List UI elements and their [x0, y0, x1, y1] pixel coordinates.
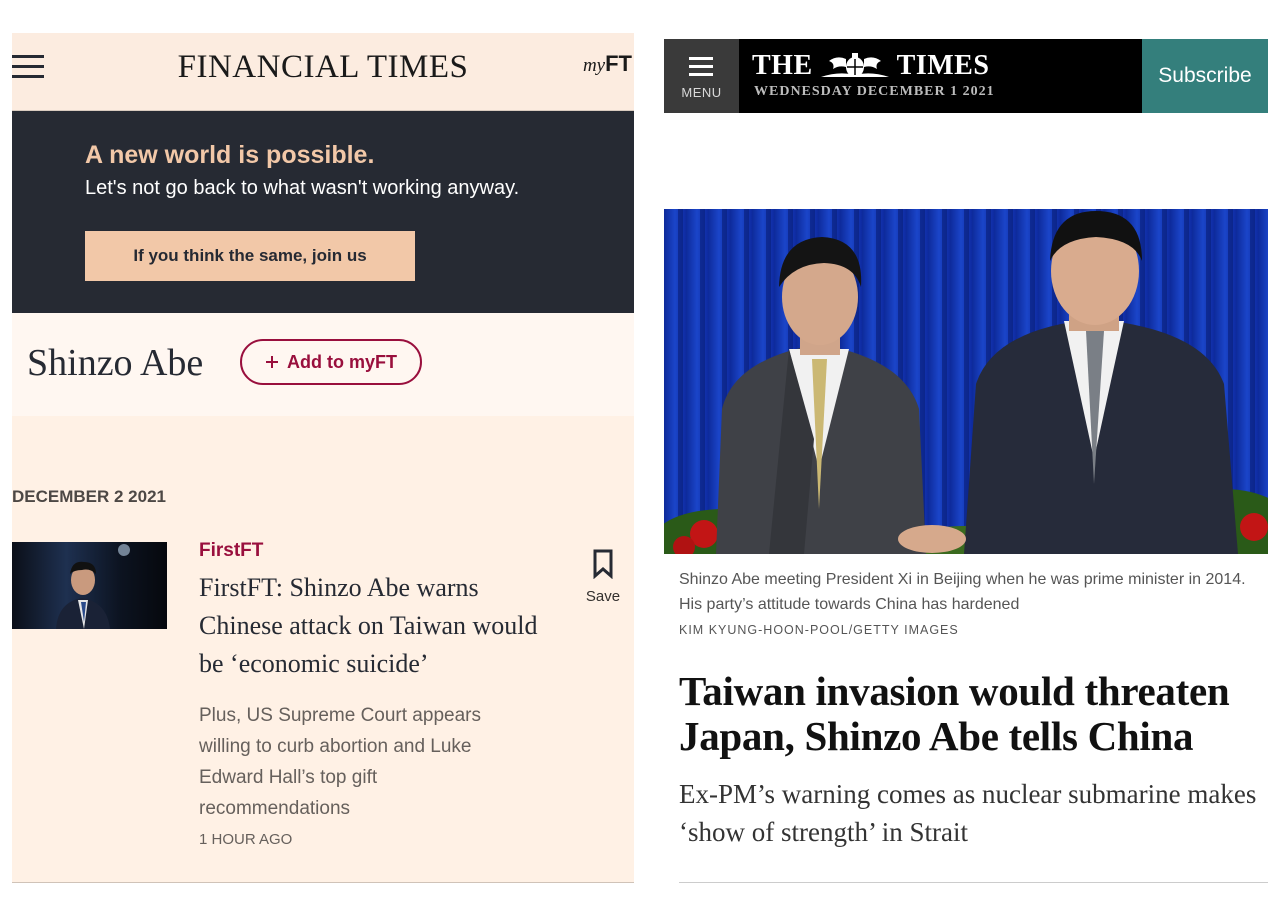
- date-heading: DECEMBER 2 2021: [12, 487, 167, 506]
- times-masthead: MENU THE TIMES WEDNESDAY DECEMBER 1 2021…: [664, 39, 1268, 113]
- article-photo: [664, 209, 1268, 554]
- article-tag-link[interactable]: FirstFT: [199, 540, 263, 562]
- menu-label: MENU: [681, 85, 722, 100]
- save-button[interactable]: Save: [580, 549, 626, 605]
- menu-button[interactable]: MENU: [664, 39, 739, 113]
- ft-logo[interactable]: FINANCIAL TIMES: [12, 49, 634, 86]
- myft-link[interactable]: myFT: [583, 51, 632, 77]
- ft-page: FINANCIAL TIMES myFT A new world is poss…: [12, 33, 634, 883]
- myft-suffix: FT: [605, 51, 632, 76]
- myft-prefix: my: [582, 55, 606, 76]
- article-standfirst: Ex-PM’s warning comes as nuclear submari…: [679, 779, 1257, 847]
- masthead-date: WEDNESDAY DECEMBER 1 2021: [754, 84, 995, 99]
- promo-headline: A new world is possible.: [85, 141, 375, 169]
- add-to-myft-label: Add to myFT: [287, 351, 397, 372]
- topic-header: Shinzo Abe Add to myFT: [12, 313, 634, 416]
- times-logo[interactable]: THE TIMES: [752, 50, 989, 82]
- promo-banner: A new world is possible. Let's not go ba…: [12, 111, 634, 313]
- add-to-myft-button[interactable]: Add to myFT: [240, 339, 422, 385]
- times-logo-right: TIMES: [896, 50, 990, 81]
- article-thumbnail[interactable]: [12, 542, 167, 629]
- subscribe-button[interactable]: Subscribe: [1142, 39, 1268, 113]
- article-headline-link[interactable]: FirstFT: Shinzo Abe warns Chinese attack…: [199, 569, 539, 683]
- crest-icon: [820, 53, 889, 77]
- photo-caption: Shinzo Abe meeting President Xi in Beiji…: [679, 571, 1246, 613]
- ft-header: FINANCIAL TIMES myFT: [12, 33, 634, 111]
- article-headline: Taiwan invasion would threaten Japan, Sh…: [679, 668, 1230, 759]
- photo-credit: KIM KYUNG-HOON-POOL/GETTY IMAGES: [679, 623, 959, 637]
- hamburger-menu-icon: [689, 57, 713, 81]
- plus-icon: [266, 356, 278, 368]
- article-standfirst: Plus, US Supreme Court appears willing t…: [199, 705, 481, 819]
- bookmark-icon: [593, 549, 613, 580]
- promo-subline: Let's not go back to what wasn't working…: [85, 177, 520, 199]
- divider: [12, 882, 634, 883]
- promo-join-button[interactable]: If you think the same, join us: [85, 231, 415, 281]
- save-label: Save: [585, 588, 621, 605]
- times-page: MENU THE TIMES WEDNESDAY DECEMBER 1 2021…: [664, 39, 1268, 889]
- article-timestamp: 1 HOUR AGO: [199, 831, 293, 848]
- topic-title: Shinzo Abe: [27, 342, 204, 384]
- times-logo-left: THE: [752, 50, 813, 81]
- divider: [679, 882, 1268, 883]
